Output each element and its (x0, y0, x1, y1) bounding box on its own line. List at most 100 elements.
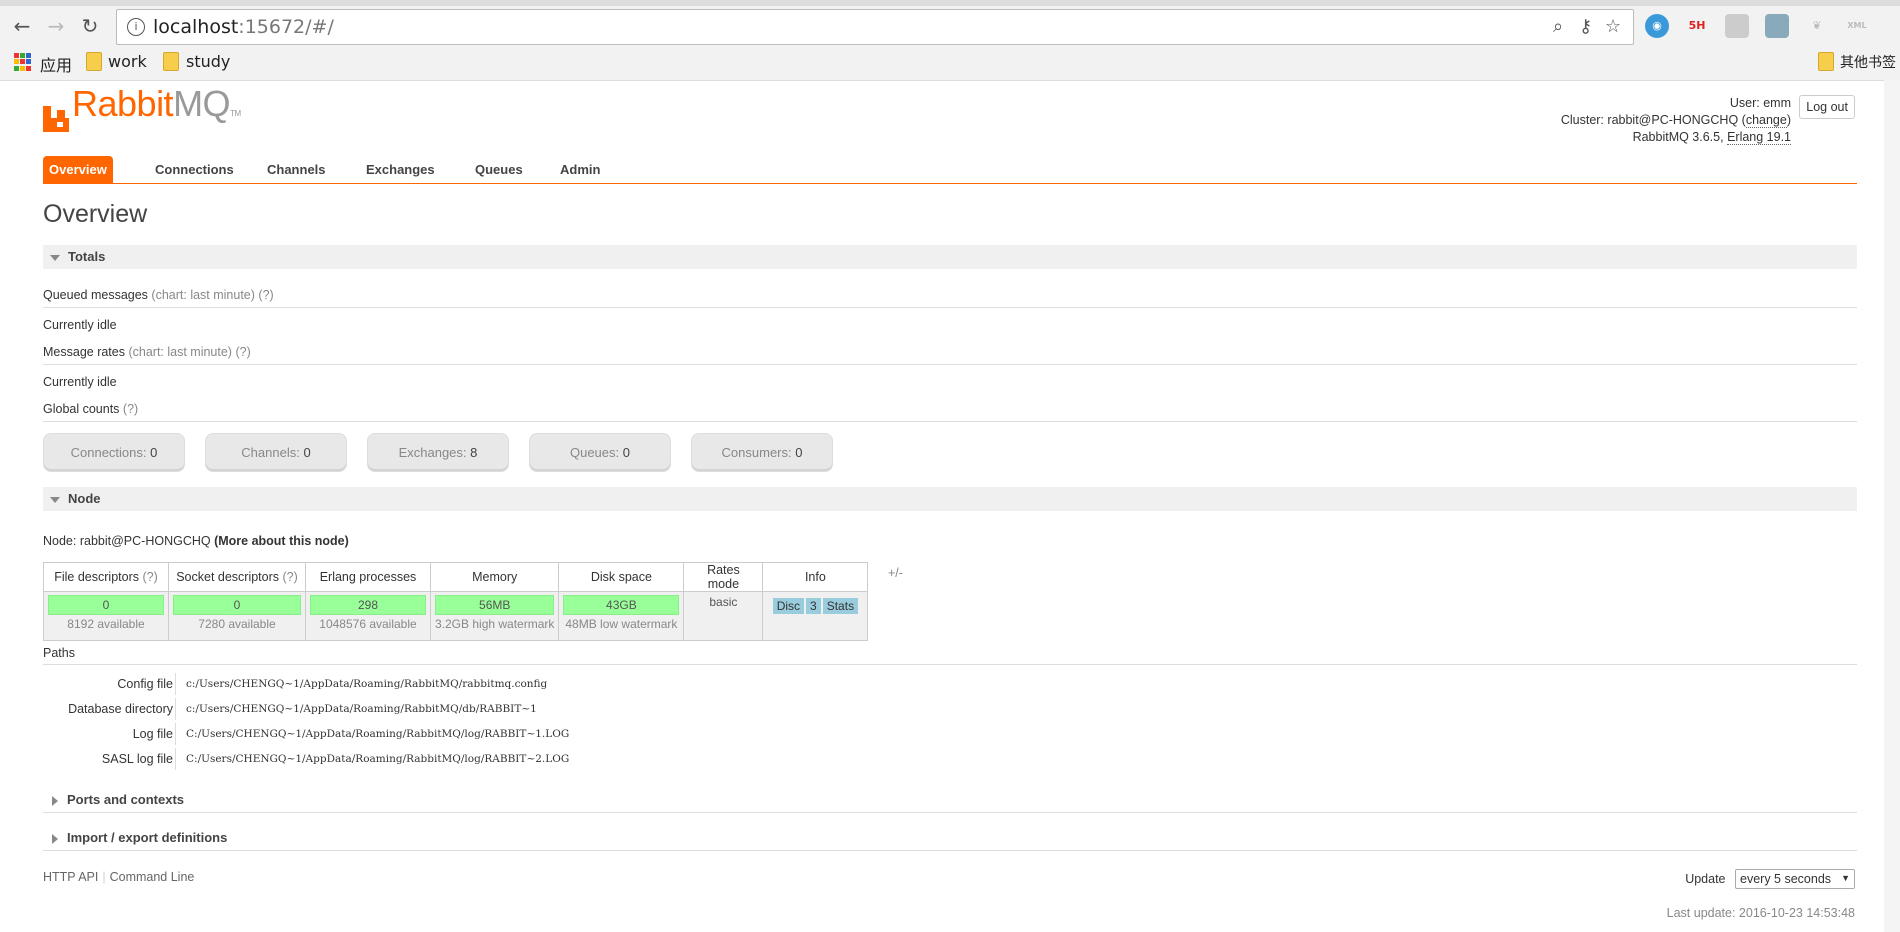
disk-space-cell: 43GB 48MB low watermark (558, 591, 685, 641)
path-label: SASL log file (101, 752, 173, 766)
tab-strip[interactable] (0, 0, 1900, 6)
stats-badge: Stats (822, 598, 859, 614)
path-label: Database directory (68, 702, 173, 716)
socket-descriptors-cell: 0 7280 available (168, 591, 306, 641)
change-cluster-link[interactable]: change (1745, 113, 1787, 128)
http-api-link[interactable]: HTTP API (43, 870, 98, 884)
exchanges-count[interactable]: Exchanges: 8 (367, 433, 509, 472)
star-icon[interactable]: ☆ (1605, 16, 1621, 37)
key-icon[interactable]: ⚷ (1579, 16, 1592, 37)
expand-icon (52, 833, 58, 844)
bookmark-study[interactable]: study (186, 52, 230, 71)
update-interval-select[interactable]: every 5 seconds ▼ (1735, 869, 1855, 889)
last-update-text: Last update: 2016-10-23 14:53:48 (1666, 906, 1855, 920)
reload-icon[interactable]: ↻ (76, 12, 104, 40)
path-label: Log file (132, 727, 173, 741)
collapse-icon (50, 254, 60, 261)
queued-idle-text: Currently idle (43, 318, 117, 332)
help-link[interactable]: (?) (123, 402, 138, 416)
col-memory: Memory (429, 562, 560, 592)
connections-count[interactable]: Connections: 0 (43, 433, 185, 472)
apps-icon[interactable] (14, 53, 32, 71)
log-file-path: C:/Users/CHENGQ~1/AppData/Roaming/Rabbit… (175, 723, 569, 745)
cluster-name: rabbit@PC-HONGCHQ (1607, 113, 1739, 127)
update-control: Update every 5 seconds ▼ (1685, 869, 1855, 889)
message-rates-header: Message rates (chart: last minute) (?) (43, 345, 1857, 365)
collapse-icon (50, 496, 60, 503)
dropdown-arrow-icon: ▼ (1841, 873, 1850, 883)
erlang-processes-cell: 298 1048576 available (305, 591, 431, 641)
file-descriptors-cell: 0 8192 available (43, 591, 169, 641)
col-rates-mode: Rates mode (683, 562, 764, 592)
tab-queues[interactable]: Queues (469, 156, 529, 183)
tab-exchanges[interactable]: Exchanges (360, 156, 441, 183)
ports-section-toggle[interactable]: Ports and contexts (43, 788, 1857, 813)
browser-toolbar: ← → ↻ i localhost:15672/#/ ⌕ ⚷ ☆ ◉ 5H ❦ … (0, 0, 1900, 81)
col-info: Info (762, 562, 869, 592)
paths-header: Paths (43, 646, 1857, 665)
logout-button[interactable]: Log out (1799, 95, 1855, 119)
main-nav: Overview Connections Channels Exchanges … (43, 156, 1857, 184)
layout-extension-icon[interactable] (1725, 14, 1749, 38)
globe-extension-icon[interactable]: ◉ (1645, 14, 1669, 38)
tab-admin[interactable]: Admin (554, 156, 606, 183)
page-title: Overview (43, 200, 148, 228)
folder-icon (163, 52, 179, 71)
info-icon[interactable]: i (127, 18, 145, 36)
more-about-node-link[interactable]: (More about this node) (214, 534, 349, 548)
bookmark-apps[interactable]: 应用 (40, 52, 72, 76)
feather-extension-icon[interactable]: ❦ (1805, 14, 1829, 38)
rates-mode-cell: basic (683, 591, 764, 641)
queues-count[interactable]: Queues: 0 (529, 433, 671, 472)
node-stats-table: File descriptors (?) Socket descriptors … (43, 562, 869, 641)
5h-extension-icon[interactable]: 5H (1685, 14, 1709, 38)
version-text: RabbitMQ 3.6.5, (1632, 130, 1724, 144)
command-line-link[interactable]: Command Line (110, 870, 195, 884)
node-section-toggle[interactable]: Node (43, 487, 1857, 511)
import-export-section-toggle[interactable]: Import / export definitions (43, 826, 1857, 851)
back-icon[interactable]: ← (8, 12, 36, 40)
address-bar[interactable]: i localhost:15672/#/ ⌕ ⚷ ☆ (116, 9, 1634, 45)
help-link[interactable]: (?) (258, 288, 273, 302)
tab-overview[interactable]: Overview (43, 156, 113, 183)
totals-section-toggle[interactable]: Totals (43, 245, 1857, 269)
rabbit-logo-icon (43, 106, 69, 132)
col-erlang-processes: Erlang processes (305, 562, 431, 592)
footer-links: HTTP API | Command Line (43, 870, 195, 884)
zoom-icon[interactable]: ⌕ (1553, 16, 1563, 37)
forward-icon[interactable]: → (42, 12, 70, 40)
channels-count[interactable]: Channels: 0 (205, 433, 347, 472)
bookmark-work[interactable]: work (108, 52, 147, 71)
tab-connections[interactable]: Connections (149, 156, 240, 183)
disc-badge: Disc (772, 598, 805, 614)
consumers-count[interactable]: Consumers: 0 (691, 433, 833, 472)
database-directory-path: c:/Users/CHENGQ~1/AppData/Roaming/Rabbit… (175, 698, 537, 720)
url-text[interactable]: localhost:15672/#/ (153, 16, 334, 38)
user-info: User: emm Cluster: rabbit@PC-HONGCHQ (ch… (1560, 96, 1791, 145)
user-name: emm (1763, 96, 1791, 110)
path-label: Config file (117, 677, 173, 691)
col-socket-descriptors: Socket descriptors (?) (168, 562, 306, 592)
info-cell: Disc 3 Stats (762, 591, 869, 641)
count-badge: 3 (806, 598, 821, 614)
toggle-columns-link[interactable]: +/- (888, 566, 903, 580)
folder-icon (1818, 52, 1834, 71)
chart-range-link[interactable]: (chart: last minute) (151, 288, 255, 302)
help-link[interactable]: (?) (235, 345, 250, 359)
rates-idle-text: Currently idle (43, 375, 117, 389)
expand-icon (52, 795, 58, 806)
xml-extension-icon[interactable]: XML (1845, 14, 1869, 38)
rabbitmq-logo[interactable]: RabbitMQTM (43, 86, 241, 132)
image-extension-icon[interactable] (1765, 14, 1789, 38)
global-counts-header: Global counts (?) (43, 402, 1857, 422)
folder-icon (86, 52, 102, 71)
sasl-log-file-path: C:/Users/CHENGQ~1/AppData/Roaming/Rabbit… (175, 748, 569, 770)
bookmarks-bar: 应用 work study 其他书签 (0, 48, 1900, 78)
chart-range-link[interactable]: (chart: last minute) (128, 345, 232, 359)
erlang-version-link[interactable]: Erlang 19.1 (1727, 130, 1791, 145)
tab-channels[interactable]: Channels (261, 156, 332, 183)
bookmark-other[interactable]: 其他书签 (1840, 52, 1896, 72)
col-disk-space: Disk space (558, 562, 685, 592)
node-name: Node: rabbit@PC-HONGCHQ (More about this… (43, 534, 349, 548)
rabbitmq-page: RabbitMQTM User: emm Cluster: rabbit@PC-… (0, 80, 1900, 932)
